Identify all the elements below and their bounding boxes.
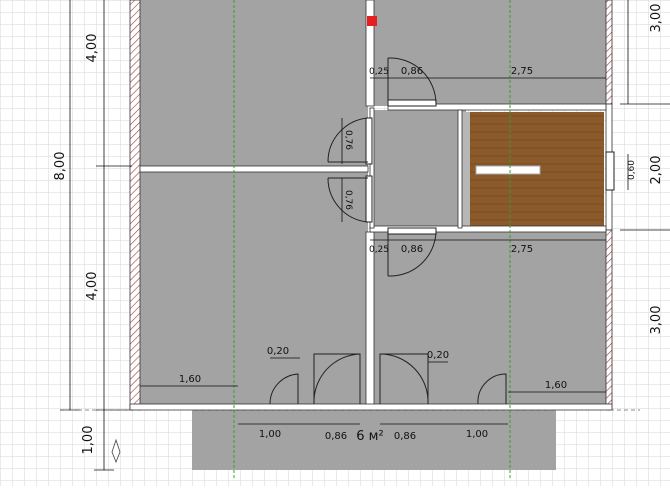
dim-window-height: 0,60	[627, 160, 637, 180]
dim-right-top: 3,00	[649, 4, 664, 33]
window-right[interactable]	[605, 151, 615, 191]
dim-bottom-center-left: 0,86	[325, 431, 347, 442]
dim-right-room-width: 1,60	[545, 380, 567, 391]
dim-left-lower: 4,00	[85, 272, 100, 301]
floor-plan-canvas[interactable]: 4,00 8,00 4,00 1,00 3,00 2,00 3,00 0,60 …	[0, 0, 670, 486]
dim-right-gap: 0,20	[427, 350, 449, 361]
dim-lower-right-width: 2,75	[511, 244, 533, 255]
dim-upper-right-width: 2,75	[511, 66, 533, 77]
dim-right-bottom: 3,00	[649, 306, 664, 335]
dim-right-middle: 2,00	[649, 156, 664, 185]
dim-left-bottom: 1,00	[81, 426, 96, 455]
dim-overall-height: 8,00	[53, 152, 68, 181]
dim-left-upper: 4,00	[85, 34, 100, 63]
dim-bottom-right: 1,00	[466, 429, 488, 440]
red-marker[interactable]	[367, 16, 377, 26]
dim-side-door-upper: 0,76	[343, 130, 353, 150]
dim-left-gap: 0,20	[267, 346, 289, 357]
staircase	[462, 112, 604, 226]
dim-lower-door-width: 0,86	[401, 244, 423, 255]
dim-upper-door-width: 0,86	[401, 66, 423, 77]
dim-bottom-center-right: 0,86	[394, 431, 416, 442]
dim-left-room-width: 1,60	[179, 374, 201, 385]
dim-bottom-left: 1,00	[259, 429, 281, 440]
dim-side-door-lower: 0,76	[343, 190, 353, 210]
dim-lower-door-offset: 0,25	[369, 245, 389, 255]
room-area-label: 6 м²	[356, 429, 383, 444]
dim-upper-door-offset: 0,25	[369, 67, 389, 77]
